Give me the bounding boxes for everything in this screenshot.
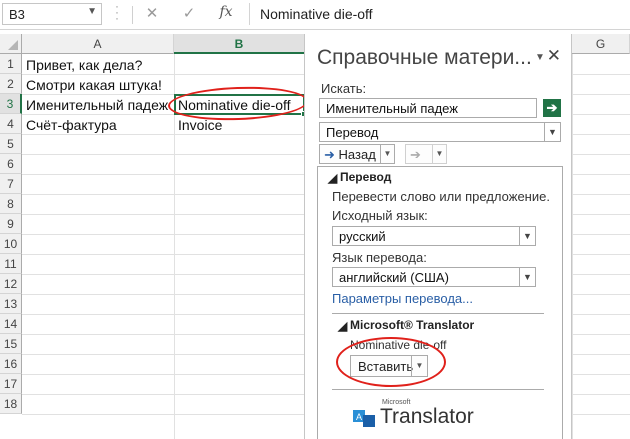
formula-bar: B3 ▼ · · · ✕ ✓ fx Nominative die-off <box>0 0 630 30</box>
insert-function-icon[interactable]: fx <box>215 4 237 24</box>
translation-section-title[interactable]: Перевод <box>340 170 391 184</box>
column-header-g-visible[interactable]: G <box>572 34 630 54</box>
to-language-label: Язык перевода: <box>332 250 427 265</box>
back-label: Назад <box>338 147 376 162</box>
translation-result: Nominative die-off <box>350 338 447 352</box>
row-header-4[interactable]: 4 <box>0 114 22 134</box>
back-button[interactable]: ➜ Назад ▼ <box>319 144 395 164</box>
row-header-15[interactable]: 15 <box>0 334 22 354</box>
chevron-down-icon[interactable]: ▼ <box>380 144 394 164</box>
cell-a4[interactable]: Счёт-фактура <box>23 115 117 135</box>
translation-options-link[interactable]: Параметры перевода... <box>332 291 473 306</box>
row-header-3[interactable]: 3 <box>0 94 22 114</box>
source-select-value: Перевод <box>326 125 379 140</box>
row-header-9[interactable]: 9 <box>0 214 22 234</box>
name-box[interactable]: B3 ▼ <box>2 3 102 25</box>
row-header-10[interactable]: 10 <box>0 234 22 254</box>
active-cell-cursor[interactable] <box>174 94 307 117</box>
row-header-17[interactable]: 17 <box>0 374 22 394</box>
cell-b4[interactable]: Invoice <box>175 115 222 135</box>
gridline <box>572 54 573 439</box>
search-label: Искать: <box>321 81 367 96</box>
svg-text:A: A <box>356 412 362 422</box>
divider <box>332 313 544 314</box>
chevron-down-icon[interactable]: ▼ <box>87 6 97 17</box>
from-language-select[interactable]: русский ▼ <box>332 226 536 246</box>
row-header-14[interactable]: 14 <box>0 314 22 334</box>
to-language-select[interactable]: английский (США) ▼ <box>332 267 536 287</box>
search-input[interactable]: Именительный падеж <box>319 98 537 118</box>
chevron-down-icon[interactable]: ▼ <box>432 144 446 164</box>
source-select[interactable]: Перевод ▼ <box>319 122 561 142</box>
logo-translator-text: Translator <box>380 405 474 428</box>
row-header-5[interactable]: 5 <box>0 134 22 154</box>
row-header-12[interactable]: 12 <box>0 274 22 294</box>
section-collapse-icon[interactable]: ◢ <box>328 171 337 185</box>
column-header-a[interactable]: A <box>22 34 174 54</box>
pane-title: Справочные матери... <box>317 46 532 69</box>
chevron-down-icon: ▼ <box>519 227 535 245</box>
back-arrow-icon: ➜ <box>324 147 335 162</box>
chevron-down-icon: ▼ <box>519 268 535 286</box>
column-header-b[interactable]: B <box>174 34 305 54</box>
insert-button[interactable]: Вставить ▼ <box>350 355 428 377</box>
section-collapse-icon[interactable]: ◢ <box>338 319 347 333</box>
row-header-18[interactable]: 18 <box>0 394 22 414</box>
row-header-6[interactable]: 6 <box>0 154 22 174</box>
chevron-down-icon: ▼ <box>544 123 560 141</box>
row-header-13[interactable]: 13 <box>0 294 22 314</box>
row-header-1[interactable]: 1 <box>0 54 22 74</box>
row-header-16[interactable]: 16 <box>0 354 22 374</box>
divider <box>332 389 544 390</box>
translate-hint: Перевести слово или предложение. <box>332 189 550 204</box>
chevron-down-icon[interactable]: ▼ <box>411 355 427 377</box>
cell-a3[interactable]: Именительный падеж <box>23 95 173 115</box>
go-arrow-icon[interactable]: ➔ <box>543 99 561 117</box>
close-icon[interactable]: ✕ <box>547 46 561 66</box>
row-header-11[interactable]: 11 <box>0 254 22 274</box>
forward-button[interactable]: ➔ ▼ <box>405 144 447 164</box>
row-header-7[interactable]: 7 <box>0 174 22 194</box>
name-box-value: B3 <box>9 7 25 22</box>
ms-translator-section-title[interactable]: Microsoft® Translator <box>350 318 474 332</box>
to-language-value: английский (США) <box>339 270 449 285</box>
translator-icon: A <box>353 410 375 427</box>
resize-grip-icon[interactable]: · · · <box>115 0 123 24</box>
pane-options-icon[interactable]: ▼ <box>535 52 545 63</box>
cancel-icon[interactable]: ✕ <box>141 4 163 24</box>
select-all-button[interactable] <box>0 34 22 54</box>
from-language-value: русский <box>339 229 386 244</box>
divider <box>132 6 133 24</box>
cell-a1[interactable]: Привет, как дела? <box>23 55 142 75</box>
forward-arrow-icon: ➔ <box>410 147 421 162</box>
row-header-2[interactable]: 2 <box>0 74 22 94</box>
research-pane: Справочные матери... ▼ ✕ Искать: Имените… <box>304 34 572 439</box>
insert-label: Вставить <box>358 359 414 374</box>
formula-input[interactable]: Nominative die-off <box>249 3 630 25</box>
enter-icon[interactable]: ✓ <box>178 4 200 24</box>
row-header-8[interactable]: 8 <box>0 194 22 214</box>
from-language-label: Исходный язык: <box>332 208 428 223</box>
cell-a2[interactable]: Смотри какая штука! <box>23 75 162 95</box>
results-panel: ◢ Перевод Перевести слово или предложени… <box>317 166 563 439</box>
